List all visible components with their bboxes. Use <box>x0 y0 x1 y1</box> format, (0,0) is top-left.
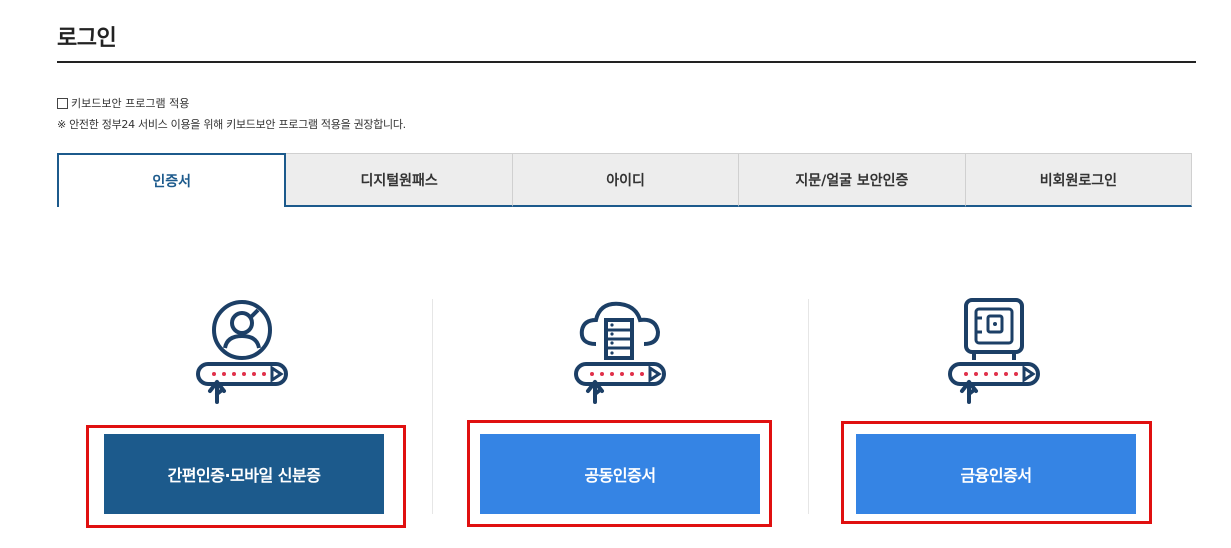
safe-key-icon <box>944 298 1044 408</box>
tab-digital-onepass[interactable]: 디지털원패스 <box>286 153 513 207</box>
tab-certificate[interactable]: 인증서 <box>57 153 287 207</box>
simple-auth-mobile-id-button[interactable]: 간편인증·모바일 신분증 <box>104 434 384 514</box>
column-divider <box>432 299 433 514</box>
tab-non-member[interactable]: 비회원로그인 <box>965 153 1193 207</box>
title-divider <box>57 61 1196 63</box>
user-key-icon <box>192 298 292 408</box>
financial-certificate-button[interactable]: 금융인증서 <box>856 434 1136 514</box>
login-method-tabs: 인증서 디지털원패스 아이디 지문/얼굴 보안인증 비회원로그인 <box>57 153 1193 207</box>
keyboard-security-label: 키보드보안 프로그램 적용 <box>71 97 190 110</box>
keyboard-security-option[interactable]: 키보드보안 프로그램 적용 <box>57 95 189 111</box>
joint-certificate-button[interactable]: 공동인증서 <box>480 434 760 514</box>
column-divider <box>808 299 809 514</box>
keyboard-security-checkbox[interactable] <box>57 97 68 109</box>
cloud-server-key-icon <box>570 298 670 408</box>
tab-id[interactable]: 아이디 <box>512 153 740 207</box>
keyboard-security-note: ※ 안전한 정부24 서비스 이용을 위해 키보드보안 프로그램 적용을 권장합… <box>57 118 406 131</box>
tab-biometric[interactable]: 지문/얼굴 보안인증 <box>739 153 966 207</box>
page-title: 로그인 <box>57 26 117 51</box>
